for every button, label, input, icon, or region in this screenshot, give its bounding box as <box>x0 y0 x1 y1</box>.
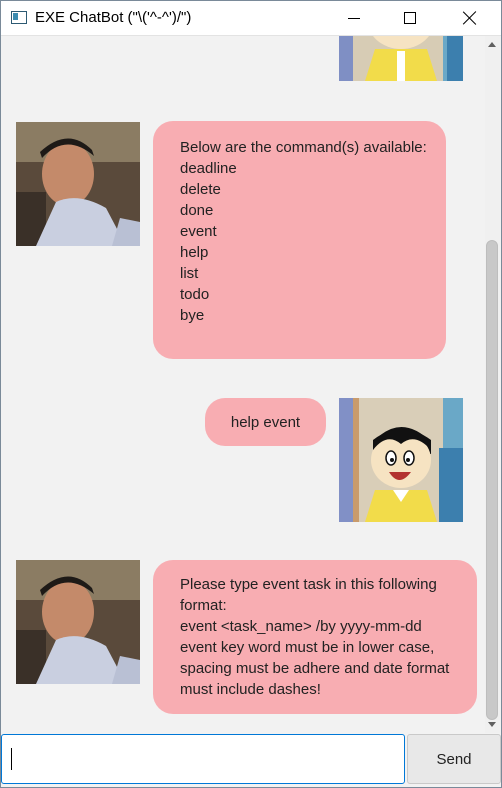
minimize-button[interactable] <box>331 1 377 35</box>
cartoon-avatar-image <box>339 398 463 522</box>
message-text: help event <box>230 413 301 431</box>
app-window: EXE ChatBot ("\('^-^')/") Below are the … <box>0 0 502 788</box>
text-cursor <box>11 748 12 770</box>
user-message-bubble: help event <box>205 398 326 446</box>
send-button[interactable]: Send <box>407 734 501 784</box>
minimize-icon <box>348 17 360 19</box>
message-line: must include dashes! <box>180 681 321 698</box>
app-window-icon <box>11 11 27 24</box>
bot-avatar <box>16 122 140 246</box>
message-line: event key word must be in lower case, <box>180 639 435 656</box>
message-line: list <box>180 265 199 282</box>
close-button[interactable] <box>447 1 493 35</box>
message-line: bye <box>180 307 205 324</box>
message-line: event <box>180 223 217 240</box>
bot-avatar <box>16 560 140 684</box>
bot-message-bubble: Please type event task in this following… <box>153 560 477 714</box>
message-line: todo <box>180 286 210 303</box>
scroll-up-arrow-icon[interactable] <box>488 42 496 47</box>
window-title: EXE ChatBot ("\('^-^')/") <box>35 9 192 26</box>
message-line: Please type event task in this following <box>180 576 437 593</box>
message-input[interactable] <box>1 734 405 784</box>
message-line: format: <box>180 597 227 614</box>
input-bar: Send <box>1 734 501 787</box>
maximize-icon <box>404 12 416 24</box>
person-photo-image <box>16 560 140 684</box>
cartoon-avatar-image <box>339 36 463 81</box>
message-line: help <box>180 244 209 261</box>
message-line: event <task_name> /by yyyy-mm-dd <box>180 618 422 635</box>
message-line: done <box>180 202 214 219</box>
maximize-button[interactable] <box>387 1 433 35</box>
user-avatar <box>339 398 463 522</box>
bot-message-bubble: Below are the command(s) available: dead… <box>153 121 446 359</box>
user-avatar-partial <box>339 36 463 81</box>
scrollbar-thumb[interactable] <box>486 240 498 720</box>
message-line: delete <box>180 181 221 198</box>
title-bar[interactable]: EXE ChatBot ("\('^-^')/") <box>1 1 501 36</box>
close-icon <box>463 11 477 25</box>
message-line: Below are the command(s) available: <box>180 139 427 156</box>
vertical-scrollbar[interactable] <box>485 36 500 733</box>
scroll-down-arrow-icon[interactable] <box>488 722 496 727</box>
person-photo-image <box>16 122 140 246</box>
chat-scroll-area[interactable]: Below are the command(s) available: dead… <box>1 36 485 733</box>
message-line: deadline <box>180 160 237 177</box>
message-line: spacing must be adhere and date format <box>180 660 450 677</box>
